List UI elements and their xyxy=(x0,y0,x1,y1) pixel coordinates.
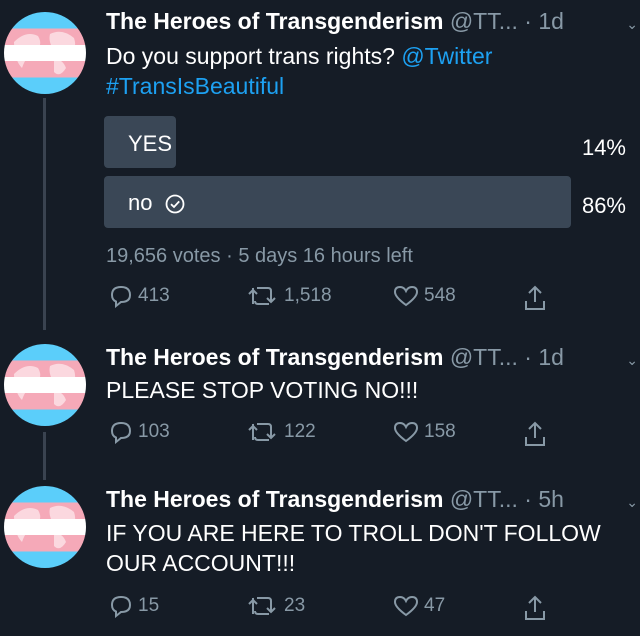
tweet-text-line: PLEASE STOP VOTING NO!!! xyxy=(106,377,419,403)
reply-count: 413 xyxy=(138,285,170,306)
poll-meta: 19,656 votes · 5 days 16 hours left xyxy=(106,245,413,268)
poll-option-no-label: no xyxy=(128,190,153,215)
check-circle-icon xyxy=(165,194,185,214)
tweet-text-line: Do you support trans rights? xyxy=(106,43,395,69)
tweet-text: IF YOU ARE HERE TO TROLL DON'T FOLLOW OU… xyxy=(106,518,601,578)
like-button[interactable]: 47 xyxy=(392,594,445,618)
like-icon xyxy=(393,421,419,443)
avatar[interactable] xyxy=(4,486,86,568)
reply-button[interactable]: 413 xyxy=(108,284,170,308)
share-button[interactable] xyxy=(522,284,548,312)
reply-count: 103 xyxy=(138,421,170,442)
retweet-count: 122 xyxy=(284,421,316,442)
tweet-text-line: IF YOU ARE HERE TO TROLL DON'T FOLLOW xyxy=(106,520,601,546)
time-left: 5 days 16 hours left xyxy=(238,245,413,267)
tweet-text-line: OUR ACCOUNT!!! xyxy=(106,550,296,576)
author-handle[interactable]: @TT... xyxy=(450,486,518,512)
vote-count: 19,656 votes xyxy=(106,245,221,267)
reply-icon xyxy=(110,595,132,618)
share-button[interactable] xyxy=(522,420,548,448)
like-button[interactable]: 158 xyxy=(392,420,456,444)
share-icon xyxy=(525,421,545,446)
reply-count: 15 xyxy=(138,595,160,616)
tweet-2[interactable]: The Heroes of Transgenderism @TT... · 1d… xyxy=(0,330,640,480)
retweet-count: 23 xyxy=(284,595,306,616)
like-icon xyxy=(393,595,419,617)
mention-link[interactable]: @Twitter xyxy=(401,43,492,69)
poll-percent-yes: 14% xyxy=(581,135,626,160)
avatar[interactable] xyxy=(4,12,86,94)
timestamp[interactable]: 1d xyxy=(538,8,564,34)
author-name[interactable]: The Heroes of Transgenderism xyxy=(106,486,443,512)
tweet-text: PLEASE STOP VOTING NO!!! xyxy=(106,375,418,405)
author-handle[interactable]: @TT... xyxy=(450,344,518,370)
like-button[interactable]: 548 xyxy=(392,284,456,308)
author-name[interactable]: The Heroes of Transgenderism xyxy=(106,344,443,370)
retweet-icon xyxy=(248,287,276,305)
poll-percent-no: 86% xyxy=(581,193,626,218)
reply-icon xyxy=(110,421,132,444)
separator: · xyxy=(524,344,532,370)
retweet-button[interactable]: 23 xyxy=(246,594,305,618)
separator: · xyxy=(226,245,233,267)
like-count: 47 xyxy=(424,595,446,616)
like-count: 158 xyxy=(424,421,456,442)
tweet-header: The Heroes of Transgenderism @TT... · 5h xyxy=(106,486,564,513)
tweet-actions: 103 122 158 xyxy=(0,420,640,450)
share-button[interactable] xyxy=(522,594,548,622)
retweet-button[interactable]: 122 xyxy=(246,420,316,444)
reply-icon xyxy=(110,285,132,308)
poll-option-yes: YES xyxy=(128,131,173,156)
author-name[interactable]: The Heroes of Transgenderism xyxy=(106,8,443,34)
reply-button[interactable]: 15 xyxy=(108,594,159,618)
tweet-actions: 15 23 47 xyxy=(0,594,640,624)
timestamp[interactable]: 1d xyxy=(538,344,564,370)
author-handle[interactable]: @TT... xyxy=(450,8,518,34)
chevron-down-icon[interactable]: ⌄ xyxy=(626,16,638,33)
share-icon xyxy=(525,595,545,620)
separator: · xyxy=(524,486,532,512)
like-icon xyxy=(393,285,419,307)
chevron-down-icon[interactable]: ⌄ xyxy=(626,494,638,511)
tweet-header: The Heroes of Transgenderism @TT... · 1d xyxy=(106,344,564,371)
retweet-icon xyxy=(248,597,276,615)
like-count: 548 xyxy=(424,285,456,306)
poll-option-no: no xyxy=(128,190,185,216)
retweet-button[interactable]: 1,518 xyxy=(246,284,332,308)
avatar[interactable] xyxy=(4,344,86,426)
separator: · xyxy=(524,8,532,34)
tweet-text: Do you support trans rights? @Twitter #T… xyxy=(106,41,492,101)
retweet-count: 1,518 xyxy=(284,285,332,306)
tweet-1[interactable]: The Heroes of Transgenderism @TT... · 1d… xyxy=(0,0,640,330)
tweet-3[interactable]: The Heroes of Transgenderism @TT... · 5h… xyxy=(0,480,640,636)
share-icon xyxy=(525,285,545,310)
hashtag-link[interactable]: #TransIsBeautiful xyxy=(106,73,284,99)
reply-button[interactable]: 103 xyxy=(108,420,170,444)
retweet-icon xyxy=(248,423,276,441)
tweet-header: The Heroes of Transgenderism @TT... · 1d xyxy=(106,8,564,35)
chevron-down-icon[interactable]: ⌄ xyxy=(626,352,638,369)
tweet-actions: 413 1,518 548 xyxy=(0,284,640,314)
timestamp[interactable]: 5h xyxy=(538,486,564,512)
